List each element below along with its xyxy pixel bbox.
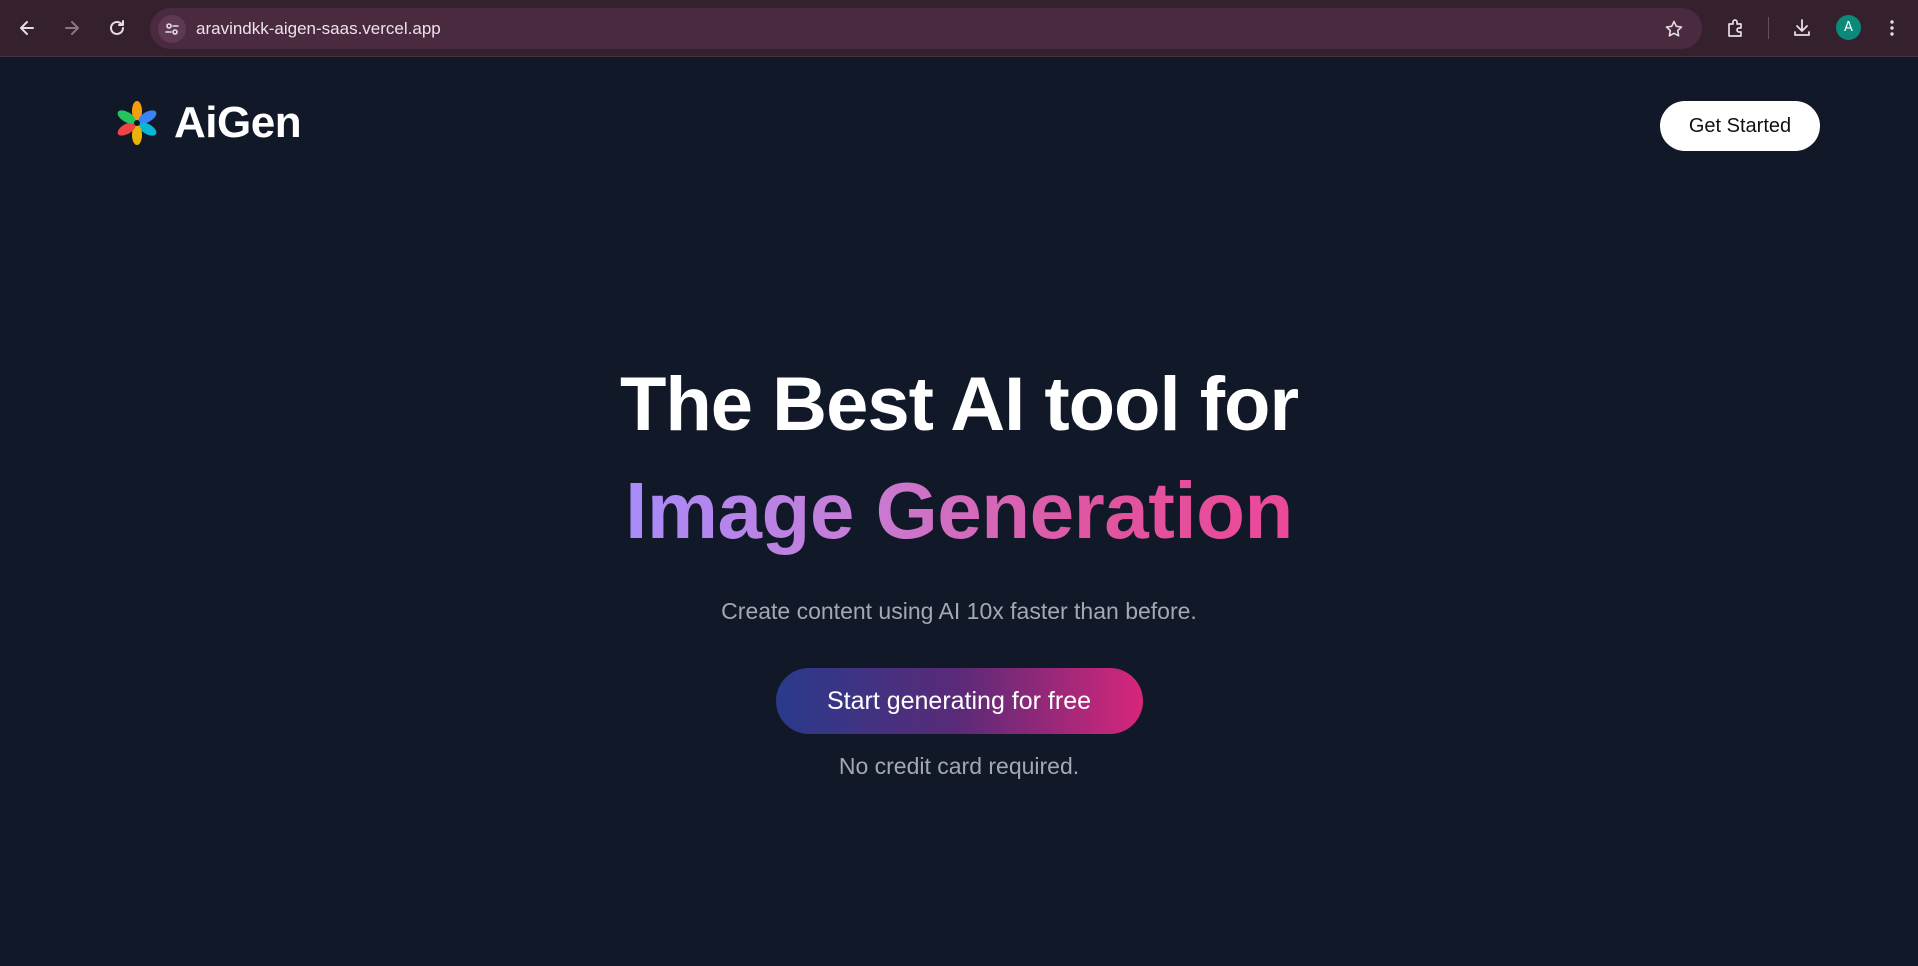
hero-headline-line2-wrap: Image Generation: [0, 465, 1918, 557]
reload-button[interactable]: [103, 14, 131, 42]
puzzle-icon: [1728, 19, 1742, 37]
extensions-button[interactable]: [1722, 14, 1750, 42]
hero-headline-line1: The Best AI tool for: [619, 362, 1299, 447]
bookmark-button[interactable]: [1660, 15, 1688, 43]
site-info-button[interactable]: [158, 15, 186, 43]
back-button[interactable]: [13, 14, 41, 42]
hero-subtitle: Create content using AI 10x faster than …: [721, 598, 1197, 624]
download-icon: [1794, 19, 1810, 36]
start-generating-button[interactable]: Start generating for free: [775, 668, 1143, 734]
toolbar-divider: [1768, 17, 1769, 39]
reload-icon: [110, 20, 124, 35]
url-text[interactable]: aravindkk-aigen-saas.vercel.app: [196, 19, 441, 39]
star-icon: [1665, 20, 1683, 37]
arrow-left-icon: [20, 21, 34, 35]
profile-avatar[interactable]: A: [1836, 15, 1861, 40]
pinwheel-logo-icon: [117, 101, 157, 145]
hero-headline-line2: Image Generation: [625, 466, 1293, 555]
forward-button[interactable]: [58, 14, 86, 42]
kebab-menu-icon: [1890, 20, 1894, 36]
downloads-button[interactable]: [1788, 14, 1816, 42]
hero-cta-wrap: Start generating for free: [0, 668, 1918, 734]
address-bar[interactable]: aravindkk-aigen-saas.vercel.app: [150, 8, 1702, 49]
arrow-right-icon: [65, 21, 79, 35]
landing-page: AiGen Get Started The Best AI tool for I…: [0, 57, 1918, 966]
no-credit-card-note: No credit card required.: [838, 753, 1080, 779]
tune-icon: [165, 23, 179, 35]
get-started-button[interactable]: Get Started: [1660, 101, 1820, 151]
browser-toolbar: aravindkk-aigen-saas.vercel.app A: [0, 0, 1918, 57]
brand-name: AiGen: [174, 98, 302, 147]
brand-logo[interactable]: AiGen: [112, 98, 302, 148]
browser-menu-button[interactable]: [1878, 14, 1906, 42]
